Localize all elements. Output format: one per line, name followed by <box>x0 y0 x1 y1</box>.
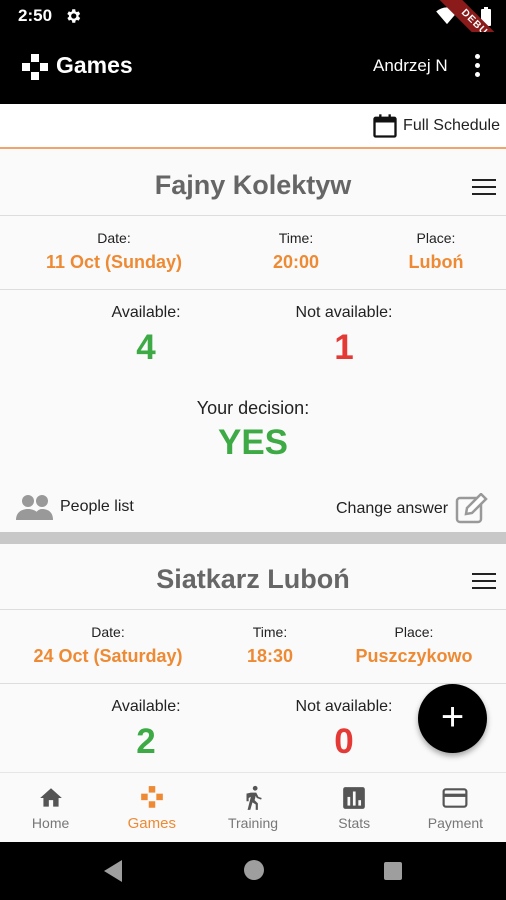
not-available-label: Not available: <box>295 698 393 715</box>
available-count: Available: 2 <box>66 698 226 762</box>
menu-icon[interactable] <box>472 179 496 197</box>
running-icon <box>246 785 262 810</box>
nav-games[interactable]: Games <box>101 773 202 842</box>
recents-icon[interactable] <box>384 862 402 880</box>
time-label: Time: <box>278 230 314 246</box>
edit-icon <box>455 493 488 524</box>
place-value: Puszczykowo <box>355 646 473 666</box>
card-separator <box>0 532 506 544</box>
date-info: Date: 24 Oct (Saturday) <box>8 624 208 667</box>
app-bar: Games Andrzej N <box>0 32 506 104</box>
date-value: 24 Oct (Saturday) <box>33 646 183 666</box>
not-available-value: 1 <box>334 328 354 367</box>
full-schedule-label: Full Schedule <box>403 117 500 134</box>
people-list-button[interactable]: People list <box>8 493 134 521</box>
calendar-icon <box>373 114 397 138</box>
system-nav-bar <box>0 842 506 900</box>
home-icon <box>39 788 62 807</box>
credit-card-icon <box>442 788 468 808</box>
place-info: Place: Puszczykowo <box>346 624 482 667</box>
decision-label: Your decision: <box>196 398 310 418</box>
place-info: Place: Luboń <box>376 230 496 273</box>
gamepad-icon <box>22 54 48 80</box>
more-vert-icon[interactable] <box>470 52 484 78</box>
divider <box>0 683 506 684</box>
divider <box>0 289 506 290</box>
nav-training-label: Training <box>227 815 279 831</box>
nav-training[interactable]: Training <box>202 773 303 842</box>
available-value: 4 <box>136 328 156 367</box>
app-title: Games <box>56 52 133 78</box>
status-bar: 2:50 DEBUG <box>0 0 506 71</box>
change-answer-button[interactable]: Change answer <box>336 493 494 525</box>
divider <box>0 609 506 610</box>
settings-icon <box>67 9 81 23</box>
team-name: Siatkarz Luboń <box>156 564 350 594</box>
not-available-value: 0 <box>334 722 354 761</box>
nav-home-label: Home <box>31 815 70 831</box>
bottom-nav: Home Games Training Stats Payment <box>0 772 506 842</box>
decision: Your decision: YES <box>0 398 506 463</box>
not-available-count: Not available: 1 <box>264 304 424 368</box>
available-count: Available: 4 <box>66 304 226 368</box>
bar-chart-icon <box>343 787 366 809</box>
place-label: Place: <box>416 230 456 246</box>
nav-stats-label: Stats <box>338 815 371 831</box>
menu-icon[interactable] <box>472 573 496 591</box>
add-button[interactable]: + <box>418 684 487 753</box>
game-card: Fajny Kolektyw Date: 11 Oct (Sunday) Tim… <box>0 150 506 532</box>
place-value: Luboń <box>408 252 464 272</box>
time-info: Time: 20:00 <box>236 230 356 273</box>
schedule-row: Full Schedule <box>0 104 506 149</box>
date-label: Date: <box>91 624 125 640</box>
time-label: Time: <box>252 624 288 640</box>
available-label: Available: <box>111 304 181 321</box>
not-available-label: Not available: <box>295 304 393 321</box>
nav-games-label: Games <box>127 815 176 832</box>
divider <box>0 215 506 216</box>
gamepad-icon <box>140 786 163 808</box>
home-button-icon[interactable] <box>244 860 264 880</box>
back-icon[interactable] <box>104 860 122 882</box>
date-value: 11 Oct (Sunday) <box>45 252 183 272</box>
status-time: 2:50 <box>18 6 53 25</box>
time-info: Time: 18:30 <box>210 624 330 667</box>
full-schedule-button[interactable]: Full Schedule <box>371 112 500 140</box>
nav-home[interactable]: Home <box>0 773 101 842</box>
team-name: Fajny Kolektyw <box>154 170 352 200</box>
people-list-label: People list <box>60 498 134 515</box>
nav-stats[interactable]: Stats <box>304 773 405 842</box>
nav-payment[interactable]: Payment <box>405 773 506 842</box>
change-answer-label: Change answer <box>336 500 449 517</box>
not-available-count: Not available: 0 <box>264 698 424 762</box>
place-label: Place: <box>394 624 434 640</box>
date-info: Date: 11 Oct (Sunday) <box>14 230 214 273</box>
time-value: 18:30 <box>246 646 294 666</box>
time-value: 20:00 <box>272 252 320 272</box>
date-label: Date: <box>97 230 131 246</box>
available-value: 2 <box>136 722 156 761</box>
available-label: Available: <box>111 698 181 715</box>
nav-payment-label: Payment <box>427 815 484 831</box>
decision-value: YES <box>217 423 289 462</box>
people-icon <box>16 495 53 520</box>
user-name[interactable]: Andrzej N <box>373 56 448 76</box>
